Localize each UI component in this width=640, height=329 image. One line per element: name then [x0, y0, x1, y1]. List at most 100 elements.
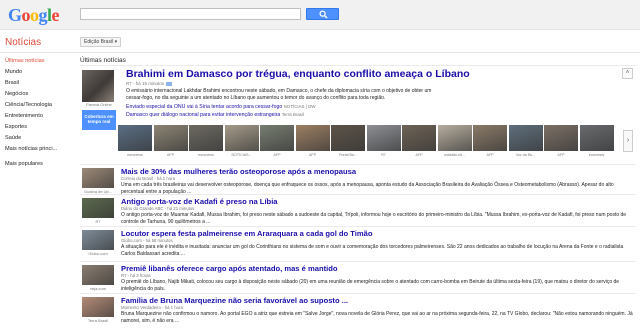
story-meta: Diário do Grande ABC - há 21 minutos: [121, 206, 195, 211]
chevron-right-icon: ›: [626, 137, 630, 144]
sidebar-item[interactable]: Mais notícias princi...: [0, 144, 76, 155]
strip-thumbnail-source[interactable]: Voz da Ru...: [509, 153, 543, 157]
related-link[interactable]: Enviado especial da ONU vai à Síria tent…: [126, 104, 315, 110]
story-thumbnail-source[interactable]: Globo.com: [80, 251, 116, 256]
related-link-text[interactable]: Enviado especial da ONU vai à Síria tent…: [126, 104, 282, 110]
strip-thumbnail-source[interactable]: AFP: [544, 153, 578, 157]
strip-thumbnail-source[interactable]: AFP: [402, 153, 436, 157]
story-thumbnail-source[interactable]: R7: [80, 219, 116, 224]
story-title[interactable]: Família de Bruna Marquezine não seria fa…: [121, 296, 348, 305]
divider: [80, 293, 636, 294]
story-snippet: O antigo porta-voz de Muamar Kadafi, Mus…: [121, 212, 627, 225]
strip-thumbnail-source[interactable]: euronews: [118, 153, 152, 157]
story-thumbnail[interactable]: [82, 265, 114, 285]
google-logo[interactable]: Google: [8, 5, 60, 26]
strip-thumbnail[interactable]: [260, 125, 294, 151]
sidebar-item[interactable]: Mundo: [0, 67, 76, 78]
collapse-button[interactable]: ˄: [622, 68, 633, 79]
logo-letter: o: [30, 5, 39, 25]
strip-thumbnail[interactable]: [579, 125, 614, 151]
strip-thumbnail[interactable]: [473, 125, 507, 151]
story-meta: Correio do Brasil - há 1 hora: [121, 176, 175, 181]
top-story-title[interactable]: Brahimi em Damasco por trégua, enquanto …: [126, 68, 470, 80]
strip-thumbnail[interactable]: [366, 125, 401, 151]
story-title[interactable]: Antigo porta-voz de Kadafi é preso na Lí…: [121, 197, 278, 206]
story-title[interactable]: Locutor espera festa palmeirense em Arar…: [121, 229, 373, 238]
divider: [80, 65, 636, 66]
strip-thumbnail[interactable]: [153, 125, 188, 151]
top-story-snippet: O emissário internacional Lakhdar Brahim…: [126, 88, 432, 101]
section-bar: Notícias Edição Brasil ▾: [0, 31, 640, 53]
top-story-source: R7 - há 15 minutos: [126, 81, 165, 86]
story-snippet: Bruna Marquezine não confirmou o namoro.…: [121, 311, 633, 324]
divider: [80, 164, 636, 165]
related-link-text[interactable]: Damasco quer diálogo nacional para evita…: [126, 112, 280, 118]
strip-thumbnail-source[interactable]: Portal Ba...: [331, 153, 365, 157]
strip-thumbnail[interactable]: [508, 125, 543, 151]
strip-thumbnail-source[interactable]: euronews: [189, 153, 223, 157]
top-story-image-source[interactable]: Paraná Online: [80, 102, 118, 107]
sidebar-item[interactable]: Entretenimento: [0, 111, 76, 122]
story-thumbnail-source[interactable]: veja.com: [80, 286, 116, 291]
story-snippet: O premiê do Líbano, Najib Mikati, coloco…: [121, 279, 620, 292]
chevron-up-icon: ˄: [625, 70, 630, 76]
strip-thumbnail-source[interactable]: R7: [367, 153, 401, 157]
strip-thumbnail[interactable]: [118, 125, 152, 151]
strip-next-button[interactable]: ›: [623, 130, 633, 152]
related-link[interactable]: Damasco quer diálogo nacional para evita…: [126, 112, 304, 118]
strip-thumbnail[interactable]: [331, 125, 365, 151]
strip-thumbnail[interactable]: [402, 125, 436, 151]
sidebar-item[interactable]: Mais populares: [0, 159, 76, 170]
strip-thumbnail-source[interactable]: AFP: [260, 153, 294, 157]
strip-thumbnail-source[interactable]: euronews: [580, 153, 614, 157]
sidebar-nav: Últimas notícias Mundo Brasil Negócios Ciênc…: [0, 56, 76, 170]
strip-thumbnail[interactable]: [544, 125, 578, 151]
strip-thumbnail-source[interactable]: NOTÍCIAS...: [225, 153, 259, 157]
story-title[interactable]: Mais de 30% das mulheres terão osteoporo…: [121, 167, 356, 176]
story-meta: R7 - há 3 horas: [121, 273, 151, 278]
divider: [80, 261, 636, 262]
share-icon[interactable]: [166, 81, 173, 86]
strip-thumbnail-source[interactable]: AFP: [473, 153, 507, 157]
sidebar-item[interactable]: Últimas notícias: [0, 56, 76, 67]
search-button[interactable]: [306, 8, 339, 20]
story-thumbnail[interactable]: [82, 168, 114, 188]
story-thumbnail[interactable]: [82, 230, 114, 250]
strip-thumbnail[interactable]: [224, 125, 259, 151]
logo-letter: G: [8, 5, 22, 25]
strip-thumbnail-source[interactable]: AFP: [296, 153, 330, 157]
story-thumbnail[interactable]: [82, 297, 114, 317]
sidebar-item[interactable]: Brasil: [0, 78, 76, 89]
top-story-image[interactable]: [82, 70, 114, 102]
sidebar-item[interactable]: Saúde: [0, 133, 76, 144]
strip-thumbnail[interactable]: [295, 125, 330, 151]
story-title[interactable]: Premiê libanês oferece cargo após atenta…: [121, 264, 338, 273]
section-heading: Últimas notícias: [80, 57, 126, 64]
page-title: Notícias: [5, 37, 42, 48]
search-input[interactable]: [80, 8, 301, 20]
search-icon: [319, 10, 328, 19]
related-link-source: Terra Brasil: [281, 112, 304, 117]
sidebar-item[interactable]: Ciência/Tecnologia: [0, 100, 76, 111]
story-thumbnail-source[interactable]: Terra Brasil: [80, 318, 116, 323]
story-snippet: A situação para ele é inédita e inusitad…: [121, 244, 624, 257]
strip-thumbnail-source[interactable]: AFP: [154, 153, 188, 157]
top-story-meta: R7 - há 15 minutos: [126, 81, 173, 86]
strip-thumbnail[interactable]: [189, 125, 223, 151]
sidebar-item[interactable]: Negócios: [0, 89, 76, 100]
sidebar-item[interactable]: Esportes: [0, 122, 76, 133]
story-meta: Momento Verdadeiro - há 1 hora: [121, 305, 183, 310]
story-meta: Globo.com - há 58 minutos: [121, 238, 173, 243]
top-bar: Google: [0, 0, 640, 30]
logo-letter: e: [51, 5, 60, 25]
edition-selector[interactable]: Edição Brasil ▾: [80, 37, 122, 47]
logo-letter: g: [38, 5, 48, 25]
strip-thumbnail-source[interactable]: estadão.ult...: [438, 153, 472, 157]
divider: [80, 194, 636, 195]
realtime-coverage-button[interactable]: Cobertura em tempo real: [82, 110, 116, 130]
related-link-source: NOTÍCIAS | DW: [283, 104, 316, 109]
story-thumbnail[interactable]: [82, 198, 114, 218]
strip-thumbnail[interactable]: [437, 125, 472, 151]
image-strip: euronews AFP euronews NOTÍCIAS... AFP AFP Port…: [118, 125, 618, 161]
logo-letter: o: [21, 5, 31, 25]
